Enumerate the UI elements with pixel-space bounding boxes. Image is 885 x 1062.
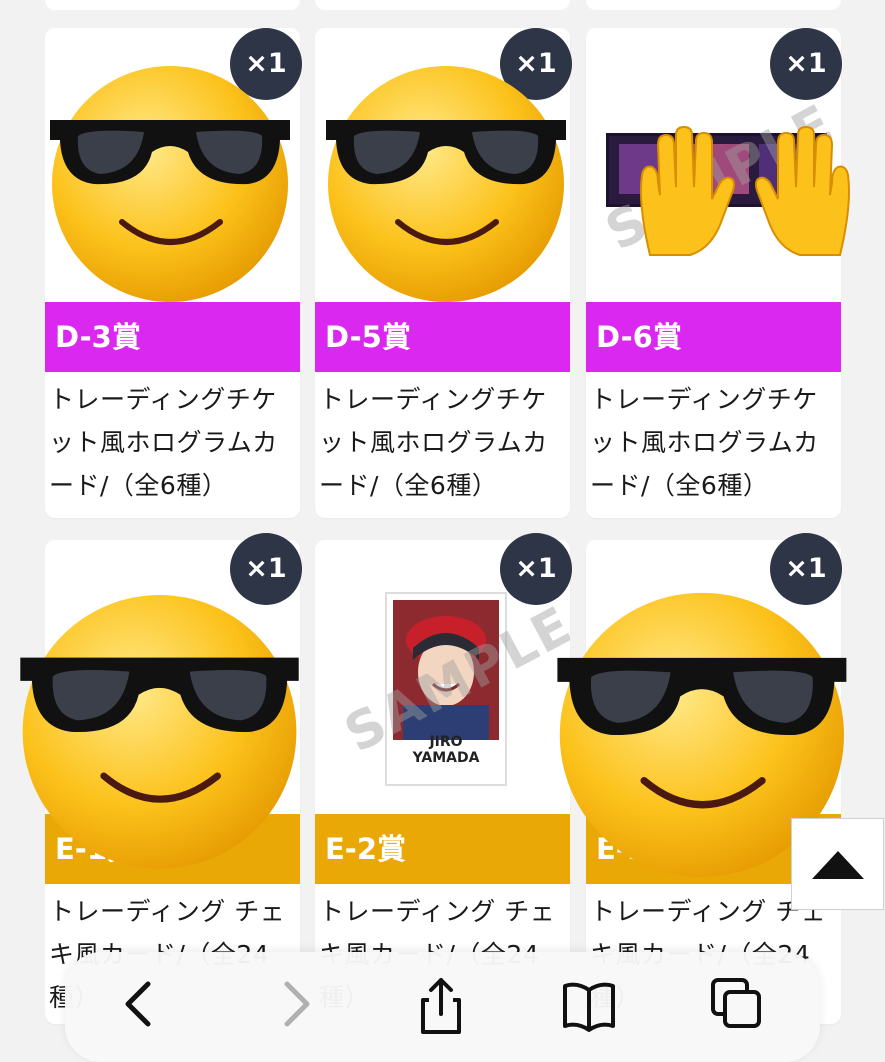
bookmarks-book-icon[interactable] bbox=[559, 974, 619, 1034]
triangle-up-icon bbox=[812, 851, 864, 879]
forward-chevron-right-icon[interactable] bbox=[265, 974, 325, 1034]
back-chevron-left-icon[interactable] bbox=[110, 974, 170, 1034]
prize-description: トレーディングチケット風ホログラムカード/（全6種） bbox=[49, 385, 278, 500]
cheki-caption-line2: YAMADA bbox=[412, 750, 480, 766]
quantity-badge: ×1 bbox=[770, 28, 842, 100]
card-remnant bbox=[315, 0, 570, 10]
prize-description: トレーディングチケット風ホログラムカード/（全6種） bbox=[590, 385, 819, 500]
prize-label: D-5賞 bbox=[315, 302, 570, 372]
sunglasses-emoji-icon bbox=[326, 66, 566, 302]
card-remnant bbox=[45, 0, 300, 10]
sunglasses-emoji-icon bbox=[20, 595, 299, 869]
prize-label: D-6賞 bbox=[586, 302, 841, 372]
card-remnant bbox=[586, 0, 841, 10]
scroll-top-button[interactable] bbox=[791, 818, 884, 910]
cheki-caption-line1: JIRO bbox=[429, 734, 463, 750]
prize-description: トレーディングチケット風ホログラムカード/（全6種） bbox=[319, 385, 548, 500]
raised-hands-emoji-icon bbox=[640, 125, 850, 256]
tabs-icon[interactable] bbox=[707, 974, 767, 1034]
prize-label: D-3賞 bbox=[45, 302, 300, 372]
share-icon[interactable] bbox=[411, 974, 471, 1034]
prize-card-d6[interactable]: SAMPLE D-6賞 トレーディングチケット風ホログラムカード/（全6種） bbox=[586, 28, 841, 518]
prize-label: E-2賞 bbox=[315, 814, 570, 884]
browser-toolbar bbox=[65, 952, 820, 1062]
sunglasses-emoji-icon bbox=[50, 66, 290, 302]
